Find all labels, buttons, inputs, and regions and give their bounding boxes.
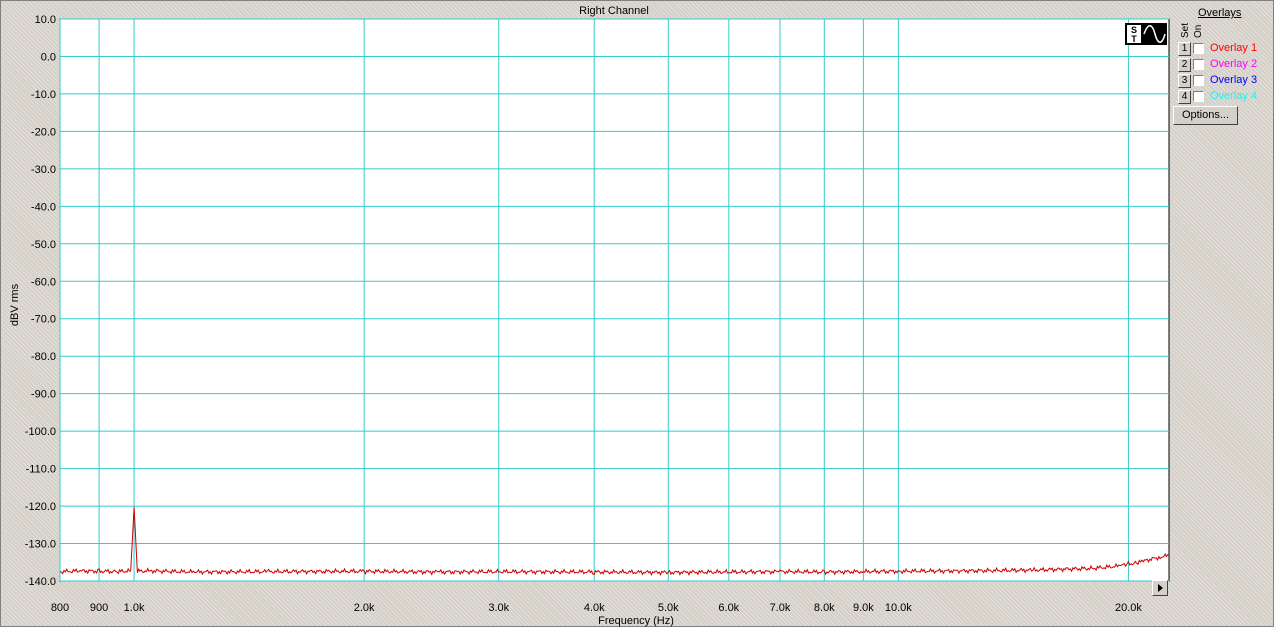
y-axis: 10.0 0.0 -10.0 -20.0 -30.0 -40.0 -50.0 -60.0 -70… <box>25 14 56 588</box>
y-tick-label: -20.0 <box>31 126 56 138</box>
y-tick-label: -130.0 <box>25 539 56 551</box>
x-tick-label: 5.0k <box>658 602 679 614</box>
overlay-on-checkbox[interactable] <box>1193 75 1204 86</box>
overlay-label: Overlay 4 <box>1210 90 1258 102</box>
chart: 10.0 0.0 -10.0 -20.0 -30.0 -40.0 -50.0 -60.0 -70… <box>9 5 1170 627</box>
overlay-row: 3 Overlay 3 <box>1178 74 1272 88</box>
x-tick-label: 9.0k <box>853 602 874 614</box>
on-column-label: On <box>1193 24 1204 38</box>
y-tick-label: -110.0 <box>26 464 56 476</box>
overlay-row: 4 Overlay 4 <box>1178 90 1272 104</box>
overlay-label: Overlay 3 <box>1210 74 1258 86</box>
overlay-label: Overlay 1 <box>1210 42 1258 54</box>
y-tick-label: -90.0 <box>31 389 56 401</box>
x-tick-label: 7.0k <box>770 602 791 614</box>
x-tick-label: 800 <box>51 602 69 614</box>
x-tick-label: 2.0k <box>354 602 375 614</box>
overlay-set-button[interactable]: 4 <box>1178 90 1191 104</box>
y-tick-label: -40.0 <box>31 201 56 213</box>
plot-area <box>59 18 1170 582</box>
y-tick-label: 0.0 <box>41 51 56 63</box>
overlays-header: Overlays <box>1198 7 1242 19</box>
y-tick-label: -140.0 <box>25 576 56 588</box>
x-tick-label: 1.0k <box>124 602 145 614</box>
ap-logo-icon[interactable]: S T <box>1125 23 1167 45</box>
y-tick-label: -60.0 <box>31 276 56 288</box>
set-column-label: Set <box>1180 22 1191 38</box>
x-tick-label: 6.0k <box>718 602 739 614</box>
y-tick-label: -30.0 <box>31 164 56 176</box>
overlay-label: Overlay 2 <box>1210 58 1258 70</box>
y-tick-label: 10.0 <box>35 14 56 26</box>
y-tick-label: -50.0 <box>31 239 56 251</box>
y-tick-label: -70.0 <box>31 314 56 326</box>
x-tick-label: 4.0k <box>584 602 605 614</box>
x-tick-label: 10.0k <box>885 602 912 614</box>
y-tick-label: -100.0 <box>25 426 56 438</box>
overlay-row: 2 Overlay 2 <box>1178 58 1272 72</box>
y-tick-label: -10.0 <box>31 89 56 101</box>
options-button[interactable]: Options... <box>1173 106 1238 125</box>
scroll-right-button[interactable] <box>1152 580 1168 596</box>
x-tick-label: 900 <box>90 602 108 614</box>
x-axis: 800 900 1.0k 2.0k 3.0k 4.0k 5.0k 6.0k 7.0k 8.0k 9.… <box>51 602 1143 614</box>
y-axis-label: dBV rms <box>9 283 21 326</box>
overlay-on-checkbox[interactable] <box>1193 43 1204 54</box>
overlay-set-button[interactable]: 1 <box>1178 42 1191 56</box>
overlay-set-button[interactable]: 3 <box>1178 74 1191 88</box>
x-tick-label: 20.0k <box>1115 602 1142 614</box>
x-tick-label: 3.0k <box>488 602 509 614</box>
y-tick-label: -80.0 <box>31 351 56 363</box>
x-tick-label: 8.0k <box>814 602 835 614</box>
overlay-on-checkbox[interactable] <box>1193 59 1204 70</box>
x-axis-label: Frequency (Hz) <box>598 615 674 627</box>
overlay-set-button[interactable]: 2 <box>1178 58 1191 72</box>
overlay-on-checkbox[interactable] <box>1193 91 1204 102</box>
y-tick-label: -120.0 <box>25 501 56 513</box>
chart-title: Right Channel <box>579 5 649 17</box>
overlay-row: 1 Overlay 1 <box>1178 42 1272 56</box>
svg-text:T: T <box>1131 34 1137 44</box>
